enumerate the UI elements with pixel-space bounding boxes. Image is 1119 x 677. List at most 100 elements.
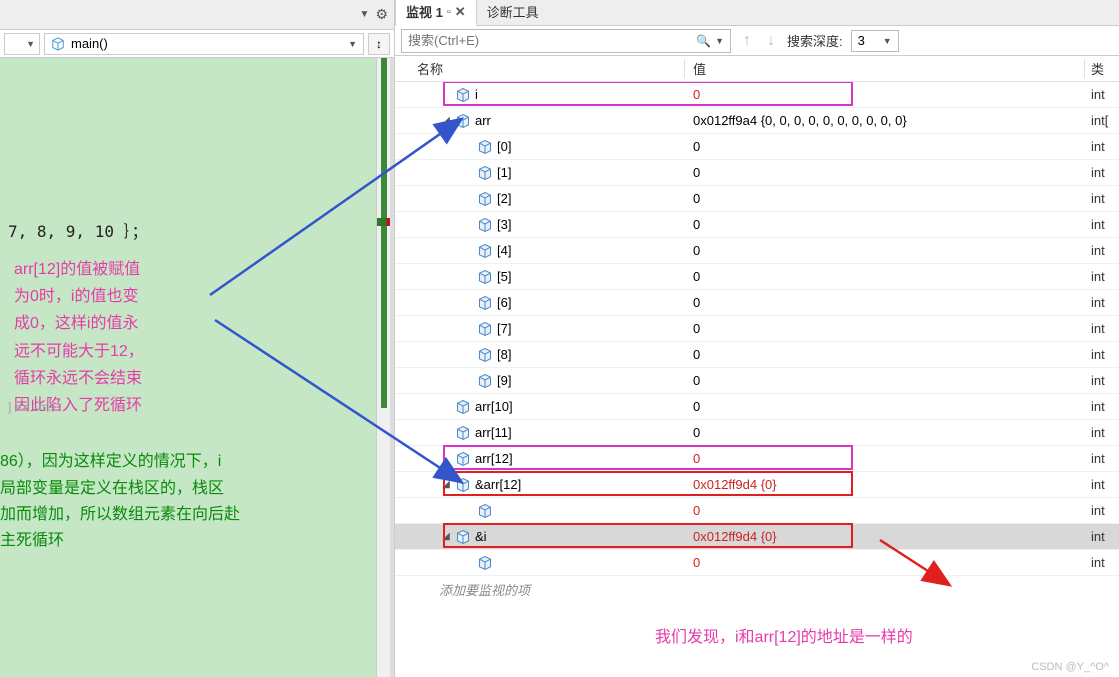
tabs-row: 监视 1 ▫ ✕ 诊断工具: [395, 0, 1119, 26]
var-value: 0: [685, 165, 1085, 180]
expander-icon[interactable]: ◢: [437, 531, 455, 542]
watch-row[interactable]: [1]0int: [395, 160, 1119, 186]
watch-row[interactable]: 0int: [395, 550, 1119, 576]
cube-icon: [455, 451, 471, 467]
editor-toolbar: ▼ ⚙: [0, 0, 394, 30]
var-type: int: [1085, 555, 1119, 570]
cube-icon: [455, 87, 471, 103]
var-name: [4]: [497, 243, 511, 258]
depth-dropdown[interactable]: 3 ▼: [851, 30, 899, 52]
header-name[interactable]: 名称: [395, 59, 685, 78]
var-type: int: [1085, 477, 1119, 492]
expander-icon[interactable]: ◢: [437, 115, 455, 126]
watch-row[interactable]: arr[11]0int: [395, 420, 1119, 446]
search-row: 🔍 ▼ ↑ ↓ 搜索深度: 3 ▼: [395, 26, 1119, 56]
watch-row[interactable]: [6]0int: [395, 290, 1119, 316]
split-button[interactable]: ↕: [368, 33, 390, 55]
watch-row[interactable]: [8]0int: [395, 342, 1119, 368]
var-value: 0: [685, 139, 1085, 154]
watch-row[interactable]: [2]0int: [395, 186, 1119, 212]
search-box[interactable]: 🔍 ▼: [401, 29, 731, 53]
var-type: int: [1085, 321, 1119, 336]
var-value: 0: [685, 555, 1085, 570]
cube-icon: [455, 399, 471, 415]
watch-row[interactable]: [9] 0int: [395, 368, 1119, 394]
watermark: CSDN @Y_^O^: [1031, 661, 1109, 673]
column-headers: 名称 值 类: [395, 56, 1119, 82]
watch-row[interactable]: [0]0int: [395, 134, 1119, 160]
var-name: arr[10]: [475, 399, 513, 414]
search-next[interactable]: ↓: [763, 32, 779, 50]
watch-row[interactable]: [3]0int: [395, 212, 1119, 238]
cube-icon: [477, 295, 493, 311]
cube-icon: [477, 191, 493, 207]
cube-icon: [455, 477, 471, 493]
watch-row[interactable]: ◢&i0x012ff9d4 {0}int: [395, 524, 1119, 550]
watch-row[interactable]: i 0int: [395, 82, 1119, 108]
var-value: 0x012ff9a4 {0, 0, 0, 0, 0, 0, 0, 0, 0, 0…: [685, 113, 1085, 128]
cube-icon: [51, 37, 65, 51]
timing-hint: ] <= 1ms: [0, 398, 63, 416]
gear-icon[interactable]: ⚙: [375, 6, 388, 23]
var-name: [9]: [497, 373, 511, 388]
var-name: arr[12]: [475, 451, 513, 466]
watch-row[interactable]: [4]0int: [395, 238, 1119, 264]
search-icon[interactable]: 🔍: [696, 34, 711, 48]
var-type: int: [1085, 347, 1119, 362]
header-value[interactable]: 值: [685, 59, 1085, 78]
cube-icon: [477, 321, 493, 337]
watch-row[interactable]: 0int: [395, 498, 1119, 524]
var-value: 0: [685, 373, 1085, 388]
tab-label: 监视 1: [406, 2, 443, 21]
var-type: int: [1085, 87, 1119, 102]
var-name: [3]: [497, 217, 511, 232]
cube-icon: [477, 555, 493, 571]
cube-icon: [477, 347, 493, 363]
var-value: 0: [685, 295, 1085, 310]
annotation-green: 86），因为这样定义的情况下，i 局部变量是定义在栈区的，栈区 加而增加，所以数…: [0, 449, 394, 555]
var-type: int: [1085, 503, 1119, 518]
add-watch-item[interactable]: 添加要监视的项: [395, 576, 1119, 602]
var-value: 0: [685, 87, 1085, 102]
var-name: &arr[12]: [475, 477, 521, 492]
search-prev[interactable]: ↑: [739, 32, 755, 50]
watch-row[interactable]: [5]0int: [395, 264, 1119, 290]
cube-icon: [477, 243, 493, 259]
tab-watch1[interactable]: 监视 1 ▫ ✕: [395, 0, 477, 26]
var-type: int: [1085, 295, 1119, 310]
var-value: 0: [685, 191, 1085, 206]
var-value: 0: [685, 425, 1085, 440]
header-type[interactable]: 类: [1085, 59, 1119, 78]
var-type: int: [1085, 373, 1119, 388]
watch-row[interactable]: ◢&arr[12]0x012ff9d4 {0}int: [395, 472, 1119, 498]
var-type: int: [1085, 165, 1119, 180]
var-name: [2]: [497, 191, 511, 206]
var-type: int: [1085, 243, 1119, 258]
function-dropdown[interactable]: main() ▼: [44, 33, 364, 55]
dropdown-icon[interactable]: ▼: [360, 9, 370, 20]
var-type: int: [1085, 217, 1119, 232]
var-type: int: [1085, 269, 1119, 284]
watch-row[interactable]: [7]0int: [395, 316, 1119, 342]
watch-row[interactable]: arr[12]0int: [395, 446, 1119, 472]
overview-ruler: [376, 58, 394, 677]
scope-small-dropdown[interactable]: ▼: [4, 33, 40, 55]
pin-icon[interactable]: ▫: [447, 6, 451, 18]
chevron-down-icon[interactable]: ▼: [715, 36, 724, 46]
close-icon[interactable]: ✕: [455, 4, 466, 20]
var-value: 0: [685, 451, 1085, 466]
watch-row[interactable]: arr[10]0int: [395, 394, 1119, 420]
watch-row[interactable]: ◢arr0x012ff9a4 {0, 0, 0, 0, 0, 0, 0, 0, …: [395, 108, 1119, 134]
search-input[interactable]: [408, 33, 696, 48]
depth-label: 搜索深度:: [787, 31, 843, 50]
expander-icon[interactable]: ◢: [437, 479, 455, 490]
tab-label: 诊断工具: [487, 2, 539, 21]
var-name: [0]: [497, 139, 511, 154]
cube-icon: [455, 425, 471, 441]
var-type: int: [1085, 529, 1119, 544]
var-name: [5]: [497, 269, 511, 284]
var-name: i: [475, 87, 478, 102]
tab-diagnostics[interactable]: 诊断工具: [477, 0, 549, 25]
cube-icon: [477, 503, 493, 519]
var-name: &i: [475, 529, 487, 544]
